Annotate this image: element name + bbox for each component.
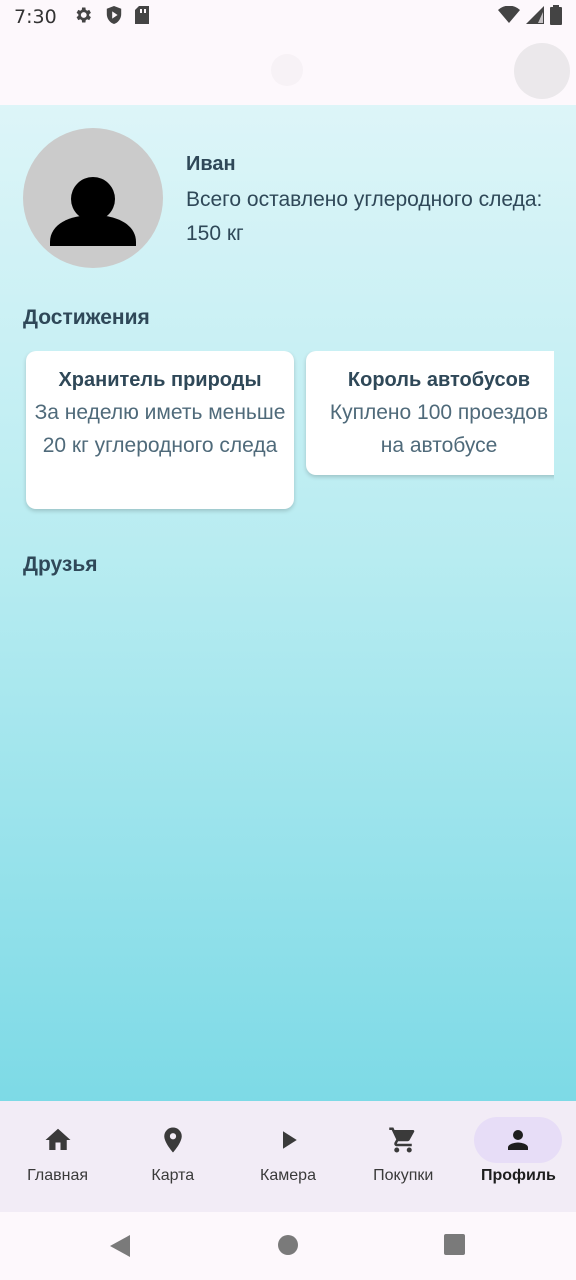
map-pin-icon xyxy=(164,1127,182,1153)
achievement-description: Куплено 100 проездов на автобусе xyxy=(306,396,554,462)
nav-label: Покупки xyxy=(373,1167,434,1184)
wifi-icon xyxy=(498,5,520,29)
battery-icon xyxy=(550,4,562,30)
achievement-title: Хранитель природы xyxy=(58,369,262,391)
achievement-title: Король автобусов xyxy=(347,369,531,391)
nav-item-profile[interactable]: Профиль xyxy=(461,1101,576,1212)
top-indicator-dot xyxy=(271,54,303,86)
nav-item-camera[interactable]: Камера xyxy=(230,1101,345,1212)
nav-label: Профиль xyxy=(480,1167,556,1184)
achievement-card[interactable]: Король автобусов Куплено 100 проездов на… xyxy=(306,351,554,475)
nav-label: Карта xyxy=(151,1167,195,1184)
recents-icon[interactable] xyxy=(444,1234,465,1260)
shield-icon xyxy=(105,5,123,30)
nav-label: Главная xyxy=(27,1167,89,1184)
nav-item-home[interactable]: Главная xyxy=(0,1101,115,1212)
profile-content: Иван Всего оставлено углеродного следа: … xyxy=(0,105,576,1101)
home-icon xyxy=(45,1128,71,1150)
person-icon xyxy=(50,177,136,246)
signal-icon xyxy=(526,5,544,29)
nav-icon-container xyxy=(129,1117,217,1163)
status-icons-left xyxy=(73,5,151,30)
person-icon xyxy=(508,1130,529,1150)
system-navigation-bar xyxy=(0,1212,576,1280)
nav-label: Камера xyxy=(260,1167,316,1184)
achievements-list[interactable]: Хранитель природы За неделю иметь меньше… xyxy=(0,351,554,521)
achievement-description-line: Куплено 100 проездов на автобусе xyxy=(329,401,549,457)
app-top-bar xyxy=(0,34,576,105)
achievement-description: За неделю иметь меньше 20 кг углеродного… xyxy=(34,401,286,457)
home-circle-icon[interactable] xyxy=(277,1234,299,1261)
top-action-button[interactable] xyxy=(514,43,570,99)
bottom-navigation: Главная Карта Камера Покупки Профиль xyxy=(0,1101,576,1212)
nav-icon-container xyxy=(474,1117,563,1163)
status-bar: 7:30 xyxy=(0,0,576,34)
achievements-title: Достижения xyxy=(23,306,150,329)
friends-title: Друзья xyxy=(23,553,98,576)
play-icon xyxy=(283,1131,297,1149)
nav-icon-container xyxy=(359,1117,447,1163)
nav-icon-container xyxy=(244,1117,332,1163)
settings-icon xyxy=(73,5,93,30)
status-icons-right xyxy=(498,4,562,30)
back-icon[interactable] xyxy=(108,1234,132,1263)
cart-icon xyxy=(389,1127,415,1153)
sim-card-icon xyxy=(134,5,151,29)
avatar[interactable] xyxy=(23,128,163,268)
status-time: 7:30 xyxy=(14,6,57,28)
nav-item-shopping[interactable]: Покупки xyxy=(346,1101,461,1212)
nav-item-map[interactable]: Карта xyxy=(115,1101,230,1212)
user-name: Иван xyxy=(186,153,236,175)
carbon-footprint-text: Всего оставлено углеродного следа: 150 к… xyxy=(186,188,543,245)
achievement-card[interactable]: Хранитель природы За неделю иметь меньше… xyxy=(26,351,294,509)
nav-icon-container xyxy=(14,1117,102,1163)
